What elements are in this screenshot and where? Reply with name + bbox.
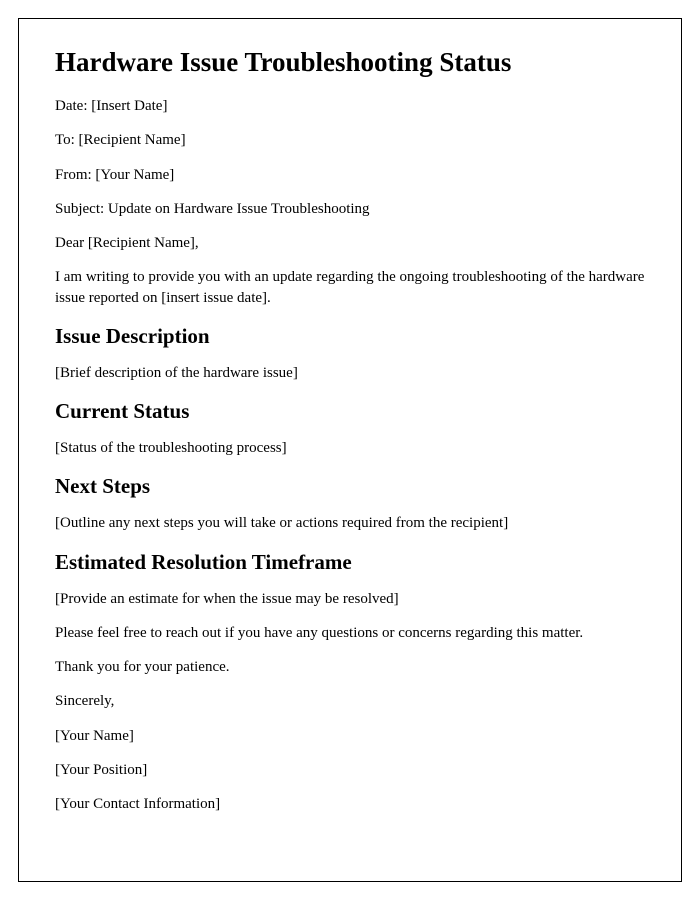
next-steps-heading: Next Steps (55, 474, 645, 499)
next-steps-body: [Outline any next steps you will take or… (55, 513, 645, 533)
closing-position: [Your Position] (55, 760, 645, 780)
estimated-resolution-heading: Estimated Resolution Timeframe (55, 550, 645, 575)
document-page: Hardware Issue Troubleshooting Status Da… (18, 18, 682, 882)
closing-reachout: Please feel free to reach out if you hav… (55, 623, 645, 643)
issue-description-heading: Issue Description (55, 324, 645, 349)
from-line: From: [Your Name] (55, 165, 645, 185)
closing-name: [Your Name] (55, 726, 645, 746)
subject-line: Subject: Update on Hardware Issue Troubl… (55, 199, 645, 219)
closing-thanks: Thank you for your patience. (55, 657, 645, 677)
intro-paragraph: I am writing to provide you with an upda… (55, 267, 645, 308)
date-line: Date: [Insert Date] (55, 96, 645, 116)
to-line: To: [Recipient Name] (55, 130, 645, 150)
current-status-heading: Current Status (55, 399, 645, 424)
salutation: Dear [Recipient Name], (55, 233, 645, 253)
current-status-body: [Status of the troubleshooting process] (55, 438, 645, 458)
issue-description-body: [Brief description of the hardware issue… (55, 363, 645, 383)
page-title: Hardware Issue Troubleshooting Status (55, 47, 645, 78)
closing-signoff: Sincerely, (55, 691, 645, 711)
estimated-resolution-body: [Provide an estimate for when the issue … (55, 589, 645, 609)
closing-contact: [Your Contact Information] (55, 794, 645, 814)
